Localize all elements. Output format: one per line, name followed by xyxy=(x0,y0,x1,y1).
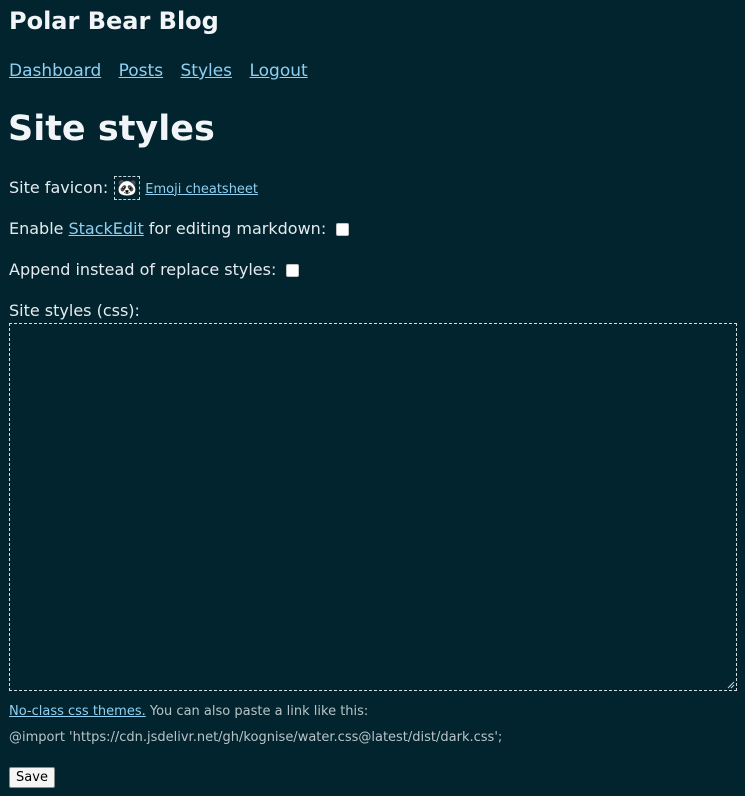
site-title: Polar Bear Blog xyxy=(9,7,219,35)
stackedit-link[interactable]: StackEdit xyxy=(69,219,144,239)
append-checkbox[interactable] xyxy=(286,263,300,277)
main-nav: Dashboard Posts Styles Logout xyxy=(9,60,320,82)
emoji-cheatsheet-link[interactable]: Emoji cheatsheet xyxy=(145,180,258,200)
resize-grip-icon[interactable] xyxy=(727,681,735,689)
hint-text: You can also paste a link like this: xyxy=(149,704,369,719)
no-class-themes-link[interactable]: No-class css themes. xyxy=(9,704,146,719)
stackedit-prefix: Enable xyxy=(9,219,64,238)
css-label: Site styles (css): xyxy=(9,301,140,320)
favicon-row: Site favicon: 🐼 Emoji cheatsheet xyxy=(9,176,258,200)
nav-link-logout[interactable]: Logout xyxy=(249,61,307,81)
save-button[interactable]: Save xyxy=(9,767,55,788)
favicon-label: Site favicon: xyxy=(9,178,109,197)
nav-link-posts[interactable]: Posts xyxy=(119,61,163,81)
stackedit-checkbox[interactable] xyxy=(336,222,350,236)
import-example: @import 'https://cdn.jsdelivr.net/gh/kog… xyxy=(9,730,503,745)
nav-link-styles[interactable]: Styles xyxy=(180,61,232,81)
page: Polar Bear Blog Dashboard Posts Styles L… xyxy=(0,0,745,796)
stackedit-row: Enable StackEdit for editing markdown: xyxy=(9,219,350,239)
append-row: Append instead of replace styles: xyxy=(9,260,300,280)
css-hint: No-class css themes. You can also paste … xyxy=(9,703,368,720)
stackedit-suffix: for editing markdown: xyxy=(148,219,327,238)
favicon-input[interactable]: 🐼 xyxy=(114,176,141,200)
css-label-row: Site styles (css): xyxy=(9,301,140,321)
page-title: Site styles xyxy=(8,109,215,149)
css-textarea[interactable] xyxy=(9,323,737,691)
nav-link-dashboard[interactable]: Dashboard xyxy=(9,61,101,81)
append-label: Append instead of replace styles: xyxy=(9,260,277,279)
